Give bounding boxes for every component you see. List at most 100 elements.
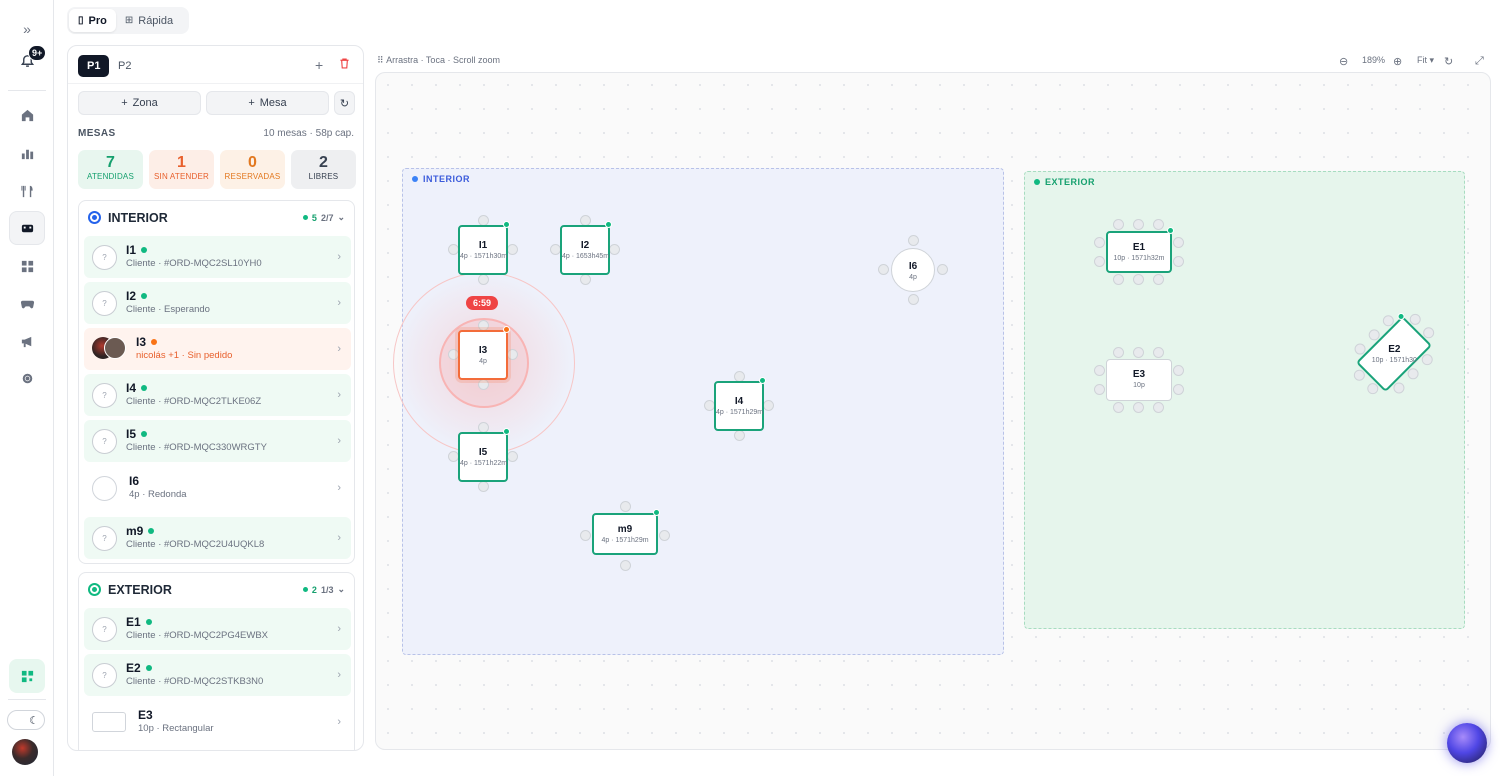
status-dot xyxy=(503,221,510,228)
table-I2[interactable]: I2 4p · 1653h45m xyxy=(550,215,620,285)
table-row[interactable]: I3 nicolás +1 · Sin pedido › xyxy=(84,328,351,370)
table-E3[interactable]: E3 10p xyxy=(1094,347,1184,413)
table-I1[interactable]: I1 4p · 1571h30m xyxy=(448,215,518,285)
utensils-icon[interactable] xyxy=(9,174,45,208)
zone-header-exterior[interactable]: EXTERIOR 2 1/3 ⌄ xyxy=(79,573,354,606)
table-row[interactable]: ? E2 Cliente · #ORD-MQC2STKB3N0 › xyxy=(84,654,351,696)
table-I5[interactable]: I5 4p · 1571h22m xyxy=(448,422,518,492)
zone-color-dot xyxy=(88,211,101,224)
table-row[interactable]: E3 10p · Rectangular › xyxy=(84,701,351,743)
grid-icon: ⊞ xyxy=(124,15,134,26)
chevron-right-icon: › xyxy=(337,297,341,309)
avatar: ? xyxy=(92,662,117,688)
status-dot xyxy=(141,385,148,391)
fit-button[interactable]: Fit ▾ xyxy=(1417,55,1434,66)
status-dot xyxy=(503,428,510,435)
chevron-down-icon[interactable]: ⌄ xyxy=(337,584,345,595)
gear-icon[interactable] xyxy=(9,361,45,395)
avatar[interactable] xyxy=(12,739,38,765)
mode-pro-button[interactable]: ▯ Pro xyxy=(69,9,116,32)
zone-ratio: 2/7 xyxy=(320,212,334,223)
status-dot xyxy=(141,247,148,253)
megaphone-icon[interactable] xyxy=(9,324,45,358)
status-dot xyxy=(605,221,612,228)
floor-canvas[interactable]: INTERIOR EXTERIOR 6:59 I1 4p · 1571h30m I… xyxy=(375,72,1491,750)
status-dot xyxy=(145,619,152,625)
status-dot xyxy=(151,339,158,345)
zone-header-interior[interactable]: INTERIOR 5 2/7 ⌄ xyxy=(79,201,354,234)
theme-toggle[interactable]: ☾ xyxy=(7,710,45,730)
plus-icon: + xyxy=(121,97,128,109)
chevron-right-icon: › xyxy=(337,435,341,447)
refresh-icon[interactable]: ↻ xyxy=(1444,55,1453,68)
avatar: ? xyxy=(92,525,117,551)
chevron-down-icon[interactable]: ⌄ xyxy=(337,212,345,223)
trash-icon[interactable] xyxy=(338,57,352,71)
qr-icon[interactable] xyxy=(9,659,45,693)
stat-reservadas[interactable]: 0 RESERVADAS xyxy=(220,150,285,189)
tables-icon[interactable] xyxy=(9,211,45,245)
table-row[interactable]: ? m9 Cliente · #ORD-MQC2U4UQKL8 › xyxy=(84,517,351,559)
chevron-right-icon: › xyxy=(337,669,341,681)
table-I4[interactable]: I4 4p · 1571h29m xyxy=(704,371,774,441)
chevron-right-icon: › xyxy=(337,389,341,401)
refresh-icon: ↻ xyxy=(339,97,350,110)
stat-libres[interactable]: 2 LIBRES xyxy=(291,150,356,189)
plus-icon[interactable]: + xyxy=(315,57,323,73)
table-E1[interactable]: E1 10p · 1571h32m xyxy=(1094,219,1184,285)
expand-icon[interactable]: » xyxy=(9,12,45,46)
stat-sin-atender[interactable]: 1 SIN ATENDER xyxy=(149,150,214,189)
status-dot xyxy=(653,509,660,516)
table-row[interactable]: ? E1 Cliente · #ORD-MQC2PG4EWBX › xyxy=(84,608,351,650)
bar-chart-icon[interactable] xyxy=(9,136,45,170)
zoom-out-icon[interactable]: ⊖ xyxy=(1339,55,1348,68)
zone-ratio: 1/3 xyxy=(320,584,334,595)
divider xyxy=(68,83,363,84)
table-row[interactable]: ? I4 Cliente · #ORD-MQC2TLKE06Z › xyxy=(84,374,351,416)
divider xyxy=(8,90,46,91)
status-dot xyxy=(145,665,152,671)
chevron-right-icon: › xyxy=(337,532,341,544)
mesas-summary: 10 mesas · 58p cap. xyxy=(263,128,354,139)
table-I3[interactable]: I3 4p xyxy=(448,320,518,390)
table-row[interactable]: ? I5 Cliente · #ORD-MQC330WRGTY › xyxy=(84,420,351,462)
chevron-right-icon: › xyxy=(337,623,341,635)
expand-icon[interactable]: ⤢ xyxy=(1475,55,1484,68)
notification-badge: 9+ xyxy=(28,45,47,61)
avatar-group xyxy=(92,337,126,361)
zoom-level: 189% xyxy=(1362,55,1386,65)
home-icon[interactable] xyxy=(9,98,45,132)
refresh-button[interactable]: ↻ xyxy=(334,91,355,115)
zone-area-exterior[interactable]: EXTERIOR xyxy=(1024,171,1465,629)
zone-color-dot xyxy=(88,583,101,596)
table-m9[interactable]: m9 4p · 1571h29m xyxy=(580,501,670,571)
status-dot xyxy=(503,326,510,333)
table-row[interactable]: ? I2 Cliente · Esperando › xyxy=(84,282,351,324)
chevron-right-icon: › xyxy=(337,482,341,494)
table-row[interactable]: ? I1 Cliente · #ORD-MQC2SL10YH0 › xyxy=(84,236,351,278)
map-icon: ▯ xyxy=(78,15,84,26)
gamepad-icon[interactable] xyxy=(9,286,45,320)
grid-icon[interactable] xyxy=(9,249,45,283)
chevron-right-icon: › xyxy=(337,343,341,355)
timer-badge: 6:59 xyxy=(466,296,499,310)
zoom-in-icon[interactable]: ⊕ xyxy=(1393,55,1402,68)
stat-atendidas[interactable]: 7 ATENDIDAS xyxy=(78,150,143,189)
table-I6[interactable]: I6 4p xyxy=(878,235,948,305)
chevron-right-icon: › xyxy=(337,716,341,728)
plus-icon: + xyxy=(248,97,255,109)
assistant-orb-button[interactable] xyxy=(1447,723,1487,763)
avatar: ? xyxy=(92,244,117,270)
add-zone-button[interactable]: + Zona xyxy=(78,91,201,115)
add-table-button[interactable]: + Mesa xyxy=(206,91,329,115)
status-dot xyxy=(141,431,148,437)
divider xyxy=(8,699,46,700)
status-dot xyxy=(1167,227,1174,234)
tab-p1[interactable]: P1 xyxy=(78,55,110,77)
zone-active-count: 5 xyxy=(311,212,317,223)
table-row[interactable]: I6 4p · Redonda › xyxy=(84,467,351,509)
tab-p2[interactable]: P2 xyxy=(109,55,140,77)
mode-rapida-button[interactable]: ⊞ Rápida xyxy=(116,9,182,32)
status-dot xyxy=(141,293,148,299)
moon-icon: ☾ xyxy=(29,714,39,727)
